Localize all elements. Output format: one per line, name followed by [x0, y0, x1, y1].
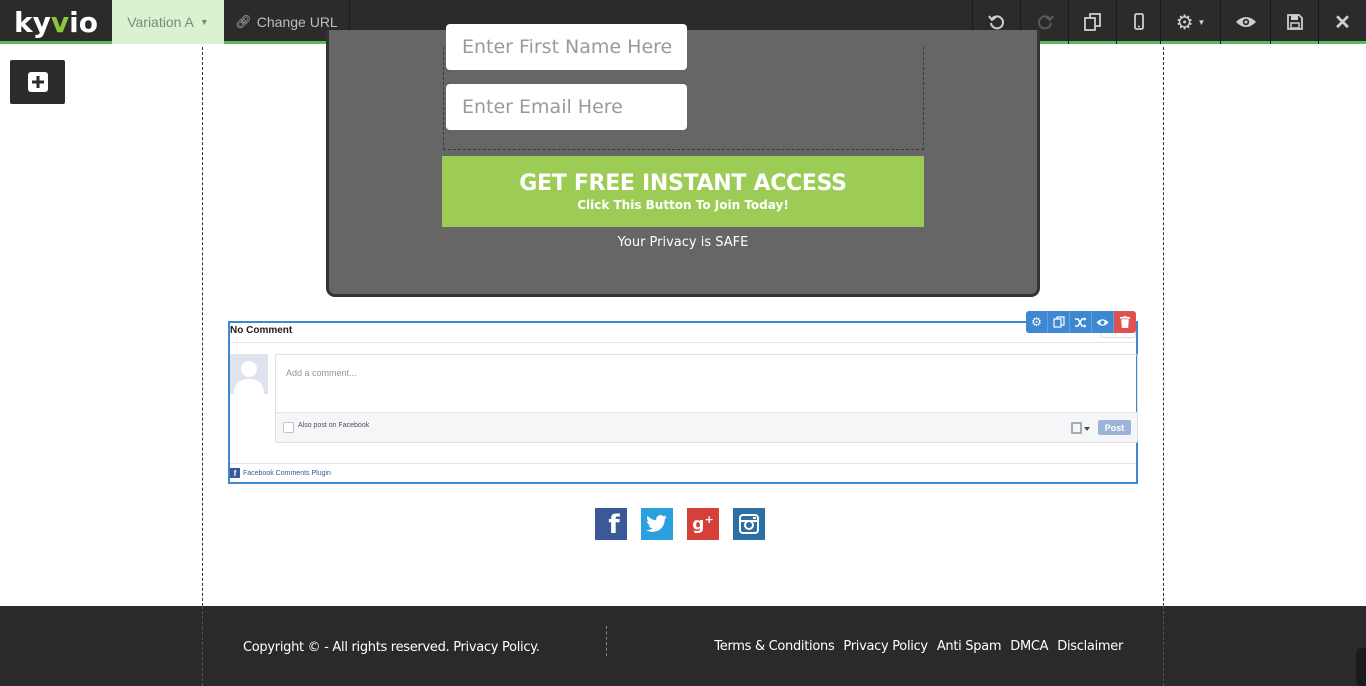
change-url-label: Change URL	[256, 14, 338, 30]
comment-input-footer: Also post on Facebook Post	[276, 412, 1137, 442]
variation-dropdown[interactable]: Variation A ▼	[112, 0, 224, 44]
twitter-button[interactable]	[641, 508, 673, 540]
canvas-guide-left	[202, 606, 203, 686]
plugin-label: Facebook Comments Plugin	[243, 469, 331, 477]
logo-text-c: io	[69, 5, 98, 39]
instagram-button[interactable]	[733, 508, 765, 540]
user-caret-icon	[1071, 422, 1090, 434]
first-name-placeholder: Enter First Name Here	[462, 36, 673, 58]
avatar	[230, 354, 268, 394]
element-visibility-button[interactable]	[1092, 311, 1114, 333]
caret-down-icon: ▼	[1197, 17, 1206, 27]
identity-selector[interactable]	[1071, 421, 1091, 434]
variation-label: Variation A	[127, 14, 194, 30]
footer-link-privacy[interactable]: Privacy Policy	[843, 639, 928, 654]
scrollbar-thumb[interactable]	[1356, 648, 1366, 686]
copy-icon	[1083, 13, 1101, 31]
footer-link-anti-spam[interactable]: Anti Spam	[937, 639, 1002, 654]
page-footer: Copyright © - All rights reserved. Priva…	[0, 606, 1366, 686]
privacy-note: Your Privacy is SAFE	[617, 235, 749, 250]
footer-link-disclaimer[interactable]: Disclaimer	[1057, 639, 1123, 654]
element-settings-button[interactable]: ⚙	[1026, 311, 1048, 333]
logo-text-b: v	[50, 5, 70, 39]
save-button[interactable]	[1270, 0, 1318, 44]
mobile-icon	[1133, 13, 1144, 30]
facebook-small-icon: f	[230, 468, 240, 478]
comment-input[interactable]: Add a comment... Also post on Facebook P…	[275, 354, 1138, 443]
footer-links: Terms & Conditions Privacy Policy Anti S…	[714, 639, 1123, 654]
eye-icon	[1096, 318, 1109, 326]
save-icon	[1286, 14, 1303, 30]
gear-icon: ⚙	[1175, 11, 1194, 34]
twitter-icon	[646, 515, 667, 532]
social-icons: f g+	[595, 508, 765, 540]
element-delete-button[interactable]	[1114, 311, 1136, 333]
redo-icon	[1037, 15, 1054, 30]
close-icon: ✕	[1334, 11, 1351, 34]
shuffle-icon	[1075, 316, 1087, 328]
facebook-icon: f	[608, 510, 620, 540]
also-post-checkbox[interactable]	[283, 422, 294, 433]
first-name-field[interactable]: Enter First Name Here	[446, 24, 687, 70]
canvas-guide-right	[1163, 47, 1164, 686]
copyright-text: Copyright © - All rights reserved. Priva…	[243, 640, 540, 655]
footer-link-terms[interactable]: Terms & Conditions	[714, 639, 834, 654]
undo-icon	[987, 15, 1004, 30]
element-duplicate-button[interactable]	[1048, 311, 1070, 333]
also-post-label: Also post on Facebook	[298, 422, 370, 429]
close-button[interactable]: ✕	[1318, 0, 1366, 44]
footer-divider	[606, 626, 607, 656]
add-block-button[interactable]	[10, 60, 65, 104]
trash-icon	[1120, 316, 1130, 328]
google-plus-icon: g+	[692, 513, 714, 535]
link-icon: 🔗︎	[235, 14, 252, 29]
caret-down-icon: ▼	[199, 17, 209, 27]
cta-sub-label: Click This Button To Join Today!	[577, 198, 789, 212]
kyvio-logo[interactable]: ky v io	[0, 0, 112, 44]
plus-square-icon	[27, 72, 48, 92]
divider	[230, 463, 1136, 464]
preview-button[interactable]	[1220, 0, 1270, 44]
canvas-guide-left	[202, 47, 203, 686]
copy-icon	[1052, 316, 1065, 328]
duplicate-button[interactable]	[1068, 0, 1116, 44]
user-silhouette-icon	[234, 361, 264, 394]
post-button[interactable]: Post	[1098, 420, 1131, 435]
comment-placeholder: Add a comment...	[286, 368, 357, 378]
canvas-guide-right	[1163, 606, 1164, 686]
eye-icon	[1235, 17, 1256, 27]
email-field[interactable]: Enter Email Here	[446, 84, 687, 130]
mobile-view-button[interactable]	[1116, 0, 1160, 44]
settings-dropdown[interactable]: ⚙ ▼	[1160, 0, 1220, 44]
facebook-plugin-link[interactable]: f Facebook Comments Plugin	[230, 468, 331, 478]
comments-title: No Comment	[230, 325, 293, 336]
facebook-button[interactable]: f	[595, 508, 627, 540]
logo-text-a: ky	[14, 5, 51, 39]
element-toolbar: ⚙	[1026, 311, 1136, 333]
divider	[230, 342, 1136, 343]
get-access-button[interactable]: GET FREE INSTANT ACCESS Click This Butto…	[442, 156, 924, 227]
email-placeholder: Enter Email Here	[462, 96, 623, 118]
footer-link-dmca[interactable]: DMCA	[1010, 639, 1048, 654]
element-move-button[interactable]	[1070, 311, 1092, 333]
facebook-comments-widget[interactable]: No Comment Add a comment... Also post on…	[228, 321, 1138, 484]
instagram-icon	[739, 514, 759, 534]
google-plus-button[interactable]: g+	[687, 508, 719, 540]
cta-main-label: GET FREE INSTANT ACCESS	[519, 171, 847, 196]
gear-icon: ⚙	[1031, 315, 1042, 329]
